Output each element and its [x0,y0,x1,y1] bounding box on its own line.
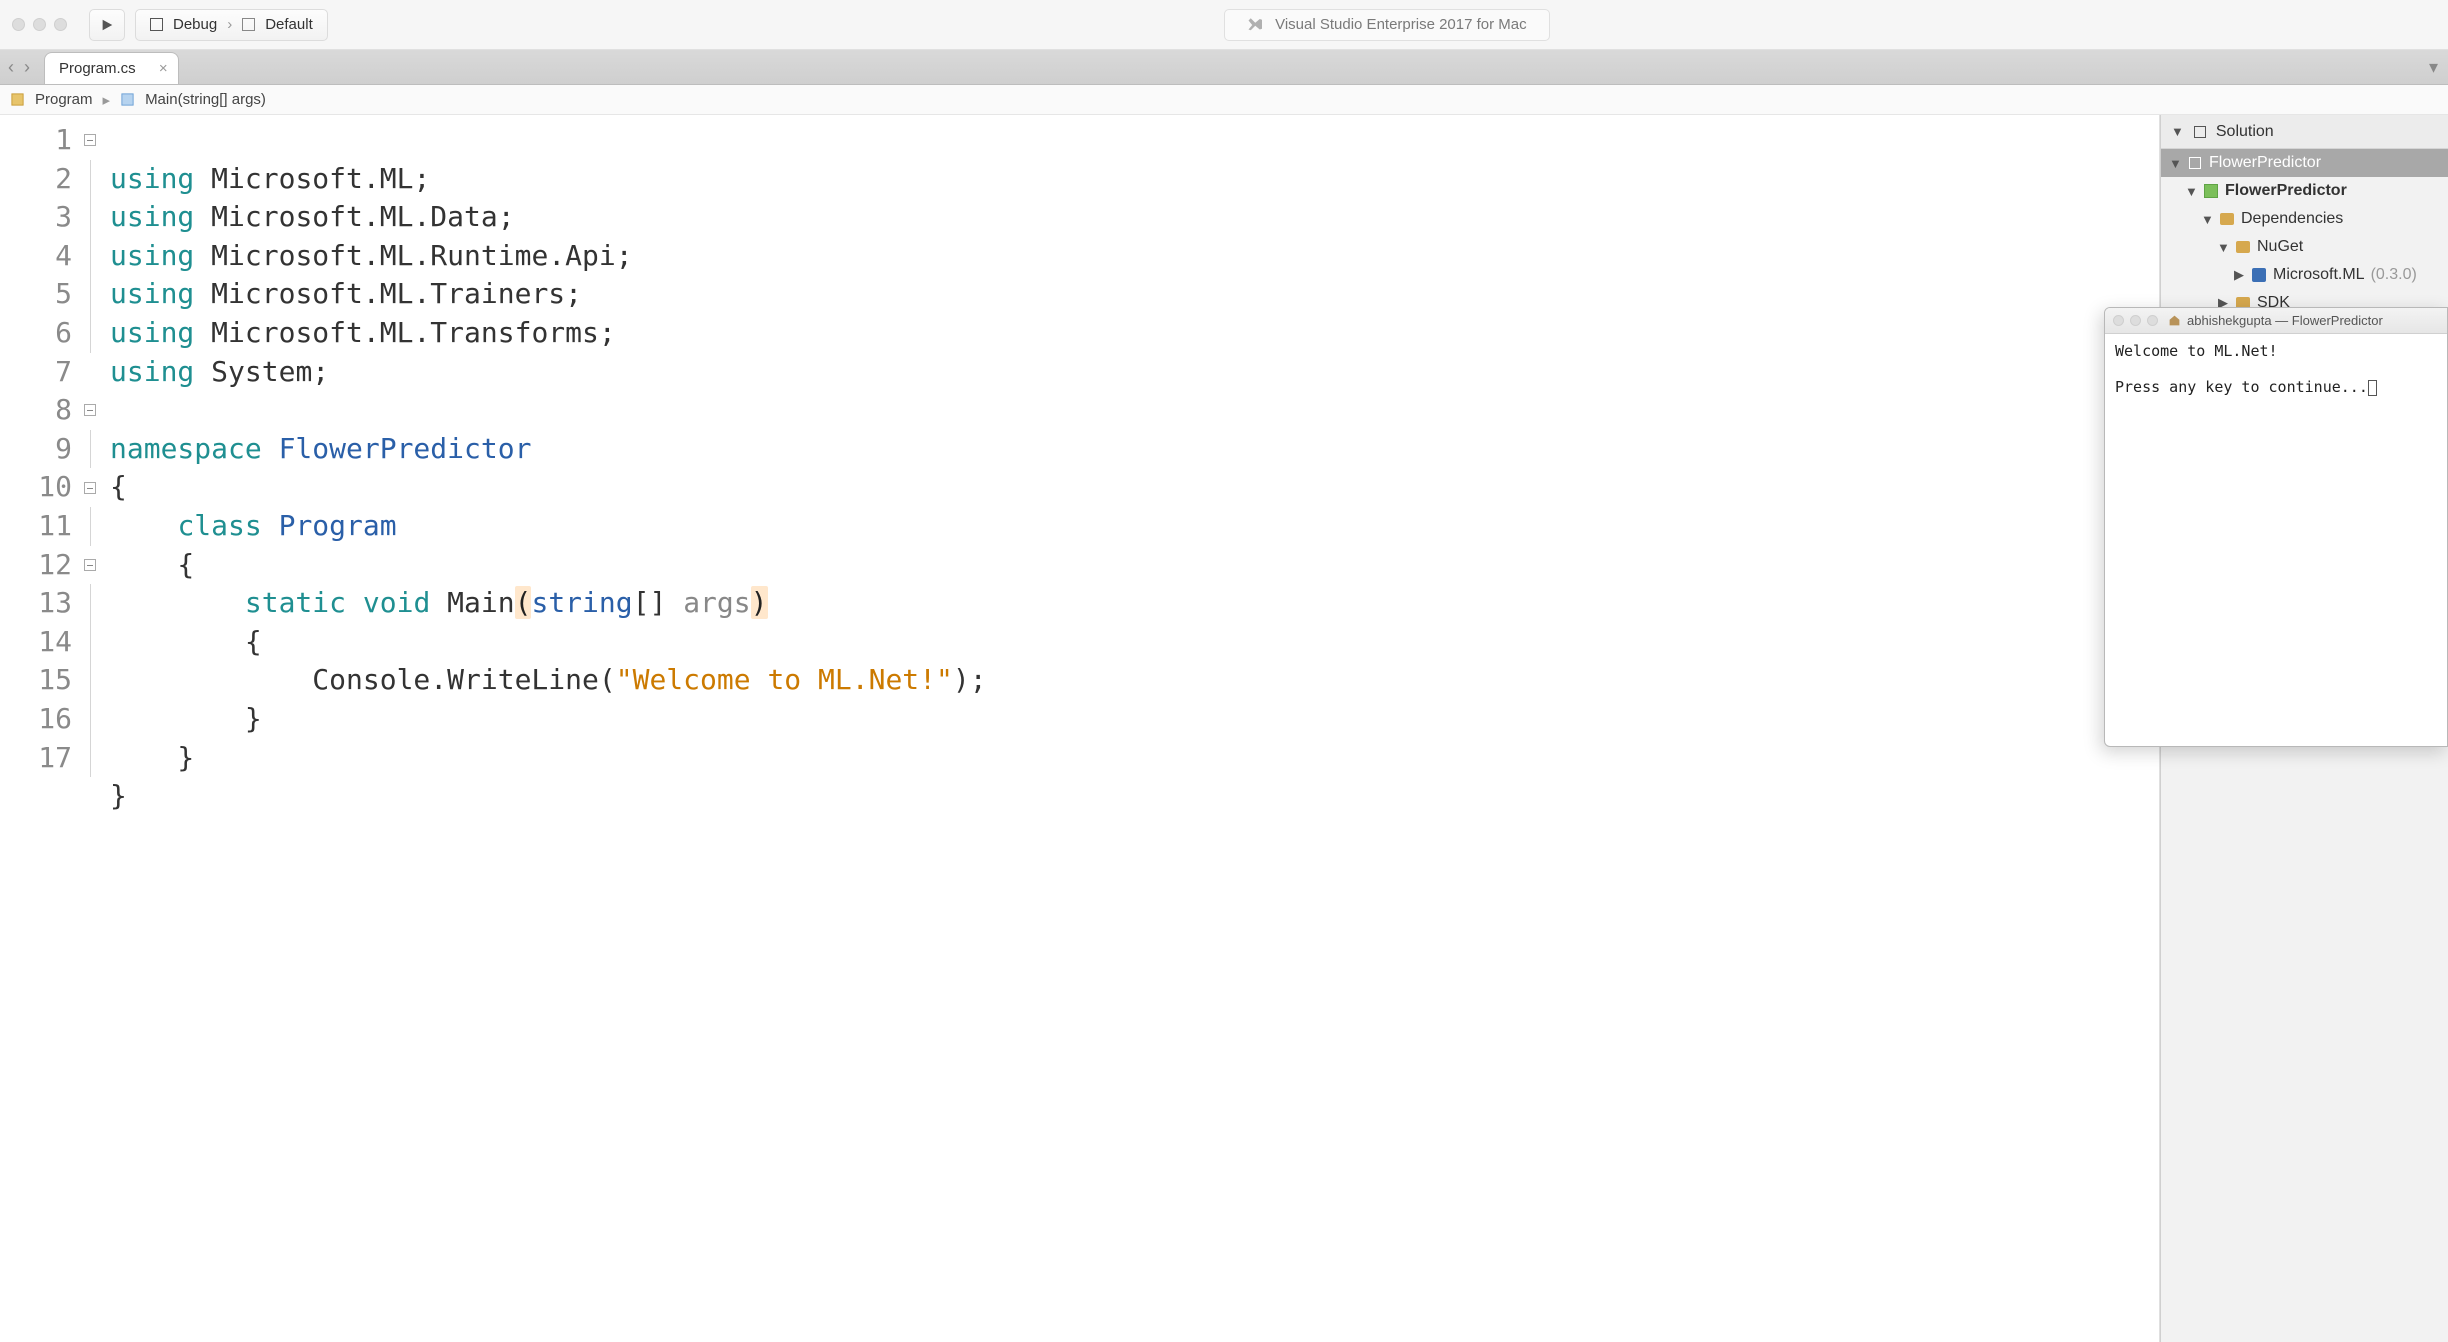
line-number: 10 [0,468,80,507]
fold-toggle-icon[interactable] [84,482,96,494]
tree-label: Dependencies [2241,210,2343,228]
line-number: 17 [0,739,80,778]
minimize-dot[interactable] [2130,315,2141,326]
editor[interactable]: 1 2 3 4 5 6 7 8 9 10 11 12 13 14 15 16 1… [0,115,2160,1342]
twisty-icon[interactable] [2169,156,2181,171]
line-number: 9 [0,430,80,469]
tree-nuget[interactable]: NuGet [2161,233,2448,261]
tree-project[interactable]: FlowerPredictor [2161,177,2448,205]
fold-toggle-icon[interactable] [84,404,96,416]
terminal-title: abhishekgupta — FlowerPredictor [2187,313,2383,328]
solution-header[interactable]: ▼ Solution [2161,115,2448,149]
twisty-icon[interactable] [2233,267,2245,283]
breadcrumb-class[interactable]: Program [35,91,93,108]
twisty-icon[interactable] [2217,240,2229,255]
window-controls [2113,315,2158,326]
nav-back-icon[interactable]: ‹ [8,57,14,78]
run-config-selector[interactable]: Debug › Default [135,9,328,41]
tree-label: FlowerPredictor [2225,182,2347,200]
app-title: Visual Studio Enterprise 2017 for Mac [1275,16,1527,33]
chevron-right-icon: ▸ [103,91,111,109]
config-default: Default [265,16,313,33]
window-controls [12,18,67,31]
tree-label: Microsoft.ML [2273,266,2365,284]
home-icon [2168,314,2181,327]
device-icon [242,18,255,31]
fold-gutter [80,115,100,1342]
line-gutter: 1 2 3 4 5 6 7 8 9 10 11 12 13 14 15 16 1… [0,115,80,1342]
breadcrumb: Program ▸ Main(string[] args) [0,85,2448,115]
play-icon [100,18,114,32]
line-number: 14 [0,623,80,662]
tree-label: NuGet [2257,238,2303,256]
config-debug: Debug [173,16,217,33]
close-icon[interactable]: × [159,60,168,77]
cursor-icon [2368,380,2377,396]
nuget-icon [2252,268,2266,282]
fold-toggle-icon[interactable] [84,134,96,146]
solution-icon [2189,157,2201,169]
close-dot[interactable] [12,18,25,31]
chevron-down-icon: ▼ [2171,124,2184,139]
fold-toggle-icon[interactable] [84,559,96,571]
terminal-output: Welcome to ML.Net! Press any key to cont… [2105,334,2447,404]
visual-studio-icon [1247,16,1265,34]
tree-label: FlowerPredictor [2209,154,2321,172]
solution-icon [2194,126,2206,138]
line-number: 12 [0,546,80,585]
line-number: 1 [0,121,80,160]
app-title-pill: Visual Studio Enterprise 2017 for Mac [1224,9,1550,41]
tab-label: Program.cs [59,60,136,77]
folder-icon [2220,213,2234,225]
minimize-dot[interactable] [33,18,46,31]
terminal-titlebar[interactable]: abhishekgupta — FlowerPredictor [2105,308,2447,334]
tree-solution-root[interactable]: FlowerPredictor [2161,149,2448,177]
solution-header-label: Solution [2216,123,2274,141]
class-icon [10,92,25,107]
line-number: 7 [0,353,80,392]
package-version: (0.3.0) [2371,266,2417,284]
tree-package[interactable]: Microsoft.ML (0.3.0) [2161,261,2448,289]
tab-overflow-icon[interactable]: ▾ [2419,51,2448,84]
line-number: 4 [0,237,80,276]
line-number: 13 [0,584,80,623]
breadcrumb-method[interactable]: Main(string[] args) [145,91,266,108]
folder-icon [2236,241,2250,253]
line-number: 3 [0,198,80,237]
line-number: 5 [0,275,80,314]
close-dot[interactable] [2113,315,2124,326]
twisty-icon[interactable] [2185,184,2197,199]
code-area[interactable]: using Microsoft.ML; using Microsoft.ML.D… [100,115,2159,1342]
tree-dependencies[interactable]: Dependencies [2161,205,2448,233]
zoom-dot[interactable] [54,18,67,31]
zoom-dot[interactable] [2147,315,2158,326]
line-number: 15 [0,661,80,700]
method-icon [120,92,135,107]
run-button[interactable] [89,9,125,41]
tab-nav: ‹ › [0,50,38,84]
line-number: 11 [0,507,80,546]
target-icon [150,18,163,31]
chevron-right-icon: › [227,16,232,33]
twisty-icon[interactable] [2201,212,2213,227]
line-number: 16 [0,700,80,739]
tab-strip: ‹ › Program.cs × ▾ [0,50,2448,85]
csharp-project-icon [2204,184,2218,198]
titlebar: Debug › Default Visual Studio Enterprise… [0,0,2448,50]
line-number: 8 [0,391,80,430]
terminal-window[interactable]: abhishekgupta — FlowerPredictor Welcome … [2104,307,2448,747]
line-number: 2 [0,160,80,199]
line-number: 6 [0,314,80,353]
nav-forward-icon[interactable]: › [24,57,30,78]
tab-program-cs[interactable]: Program.cs × [44,52,179,84]
